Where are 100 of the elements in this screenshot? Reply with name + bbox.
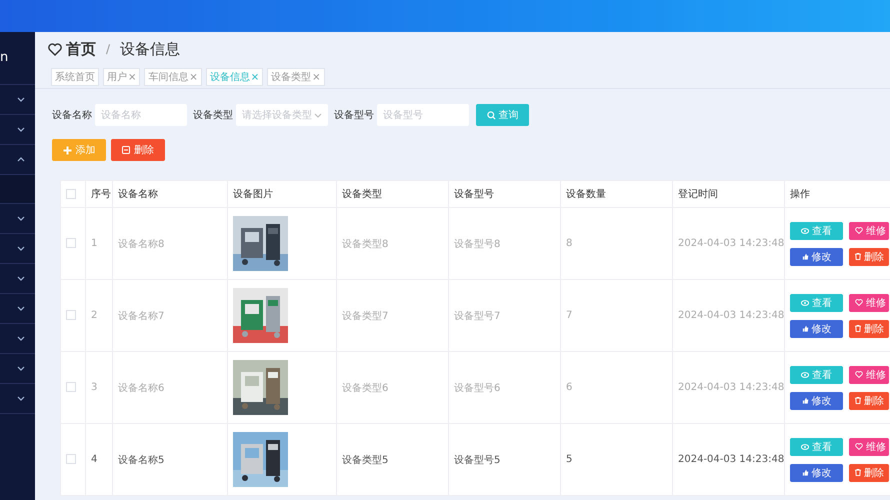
chevron-down-icon (17, 396, 25, 401)
breadcrumb-link[interactable]: 首页 (66, 40, 96, 58)
heart-icon (855, 227, 863, 234)
plus-icon (62, 146, 72, 154)
chevron-down-icon (314, 112, 322, 118)
eye-icon (801, 444, 809, 450)
chevron-down-icon (17, 336, 25, 341)
checkbox[interactable] (66, 310, 76, 320)
edit-button[interactable]: 修改 (790, 248, 843, 266)
table-cell: 设备型号6 (454, 382, 500, 394)
column-header: 设备类型 (342, 189, 382, 200)
chevron-down-icon (17, 246, 25, 251)
select-field[interactable]: 请选择设备类型 (236, 104, 328, 126)
thumbs-up-icon (802, 325, 808, 332)
chevron-down-icon (17, 97, 25, 102)
column-header: 设备名称 (118, 189, 158, 200)
trash-icon (855, 397, 861, 404)
page-tab[interactable]: 车间信息× (144, 68, 202, 86)
eye-icon (801, 372, 809, 378)
checkbox[interactable] (66, 238, 76, 248)
thumbs-up-icon (802, 397, 808, 404)
eye-icon (801, 228, 809, 234)
checkbox[interactable] (66, 188, 76, 199)
minus-square-icon (122, 146, 130, 154)
table-cell: 8 (566, 238, 572, 249)
table-cell: 2024-04-03 14:23:48 (678, 238, 784, 249)
search-button[interactable]: 查询 (476, 104, 529, 126)
edit-button[interactable]: 修改 (790, 464, 843, 482)
heart-icon (855, 299, 863, 306)
table-cell: 设备型号5 (454, 454, 500, 466)
table-cell: 2024-04-03 14:23:48 (678, 382, 784, 393)
checkbox[interactable] (66, 454, 76, 464)
table-cell: 设备类型8 (342, 238, 388, 250)
thumbs-up-icon (802, 253, 808, 260)
table-cell: 6 (566, 382, 572, 393)
delete-button[interactable]: 删除 (849, 320, 889, 338)
delete-button[interactable]: 删除 (111, 139, 165, 161)
heart-icon (48, 42, 62, 56)
table-cell: 1 (91, 238, 98, 249)
add-button[interactable]: 添加 (52, 139, 106, 161)
table-cell: 5 (566, 454, 572, 465)
edit-button[interactable]: 修改 (790, 392, 843, 410)
table-cell: 2024-04-03 14:23:48 (678, 454, 784, 465)
column-header: 登记时间 (678, 189, 718, 200)
table-cell: 设备名称7 (118, 310, 164, 322)
table-cell: 2024-04-03 14:23:48 (678, 310, 784, 321)
heart-icon (855, 443, 863, 450)
column-header: 设备型号 (454, 189, 494, 200)
repair-button[interactable]: 维修 (849, 294, 889, 312)
view-button[interactable]: 查看 (790, 438, 843, 456)
column-header: 设备数量 (566, 189, 606, 200)
checkbox[interactable] (66, 382, 76, 392)
thumbs-up-icon (802, 469, 808, 476)
table-cell: 设备类型7 (342, 310, 388, 322)
repair-button[interactable]: 维修 (849, 438, 889, 456)
input-field[interactable]: 设备型号 (377, 104, 469, 126)
delete-button[interactable]: 删除 (849, 464, 889, 482)
breadcrumb-separator: / (106, 42, 110, 56)
table-cell: 7 (566, 310, 572, 321)
page-tab[interactable]: 设备类型× (267, 68, 325, 86)
input-field[interactable]: 设备名称 (95, 104, 187, 126)
table-cell: 设备名称6 (118, 382, 164, 394)
page-tab[interactable]: 系统首页 (51, 68, 99, 86)
trash-icon (855, 325, 861, 332)
column-header: 操作 (790, 189, 810, 200)
table-cell: 设备名称8 (118, 238, 164, 250)
table-cell: 3 (91, 382, 98, 393)
delete-button[interactable]: 删除 (849, 392, 889, 410)
filter-label: 设备型号 (334, 108, 374, 122)
repair-button[interactable]: 维修 (849, 366, 889, 384)
table-cell: 设备名称5 (118, 454, 164, 466)
chevron-down-icon (17, 366, 25, 371)
table-cell: 设备类型5 (342, 454, 388, 466)
table-cell: 设备型号8 (454, 238, 500, 250)
table-cell: 4 (91, 454, 98, 465)
column-header: 设备图片 (233, 189, 273, 200)
trash-icon (855, 469, 861, 476)
trash-icon (855, 253, 861, 260)
page-tab[interactable]: 设备信息× (206, 68, 264, 86)
chevron-down-icon (17, 276, 25, 281)
view-button[interactable]: 查看 (790, 366, 843, 384)
filter-label: 设备类型 (193, 108, 233, 122)
view-button[interactable]: 查看 (790, 222, 843, 240)
table-cell: 设备类型6 (342, 382, 388, 394)
page-tab[interactable]: 用户× (103, 68, 140, 86)
chevron-down-icon (17, 216, 25, 221)
chevron-up-icon (17, 157, 25, 162)
delete-button[interactable]: 删除 (849, 248, 889, 266)
repair-button[interactable]: 维修 (849, 222, 889, 240)
view-button[interactable]: 查看 (790, 294, 843, 312)
heart-icon (855, 371, 863, 378)
breadcrumb-current: 设备信息 (120, 40, 180, 58)
filter-label: 设备名称 (52, 109, 92, 122)
table-cell: 设备型号7 (454, 310, 500, 322)
eye-icon (801, 300, 809, 306)
chevron-down-icon (17, 306, 25, 311)
column-header: 序号 (91, 189, 111, 200)
chevron-down-icon (17, 127, 25, 132)
edit-button[interactable]: 修改 (790, 320, 843, 338)
search-icon (486, 110, 496, 120)
